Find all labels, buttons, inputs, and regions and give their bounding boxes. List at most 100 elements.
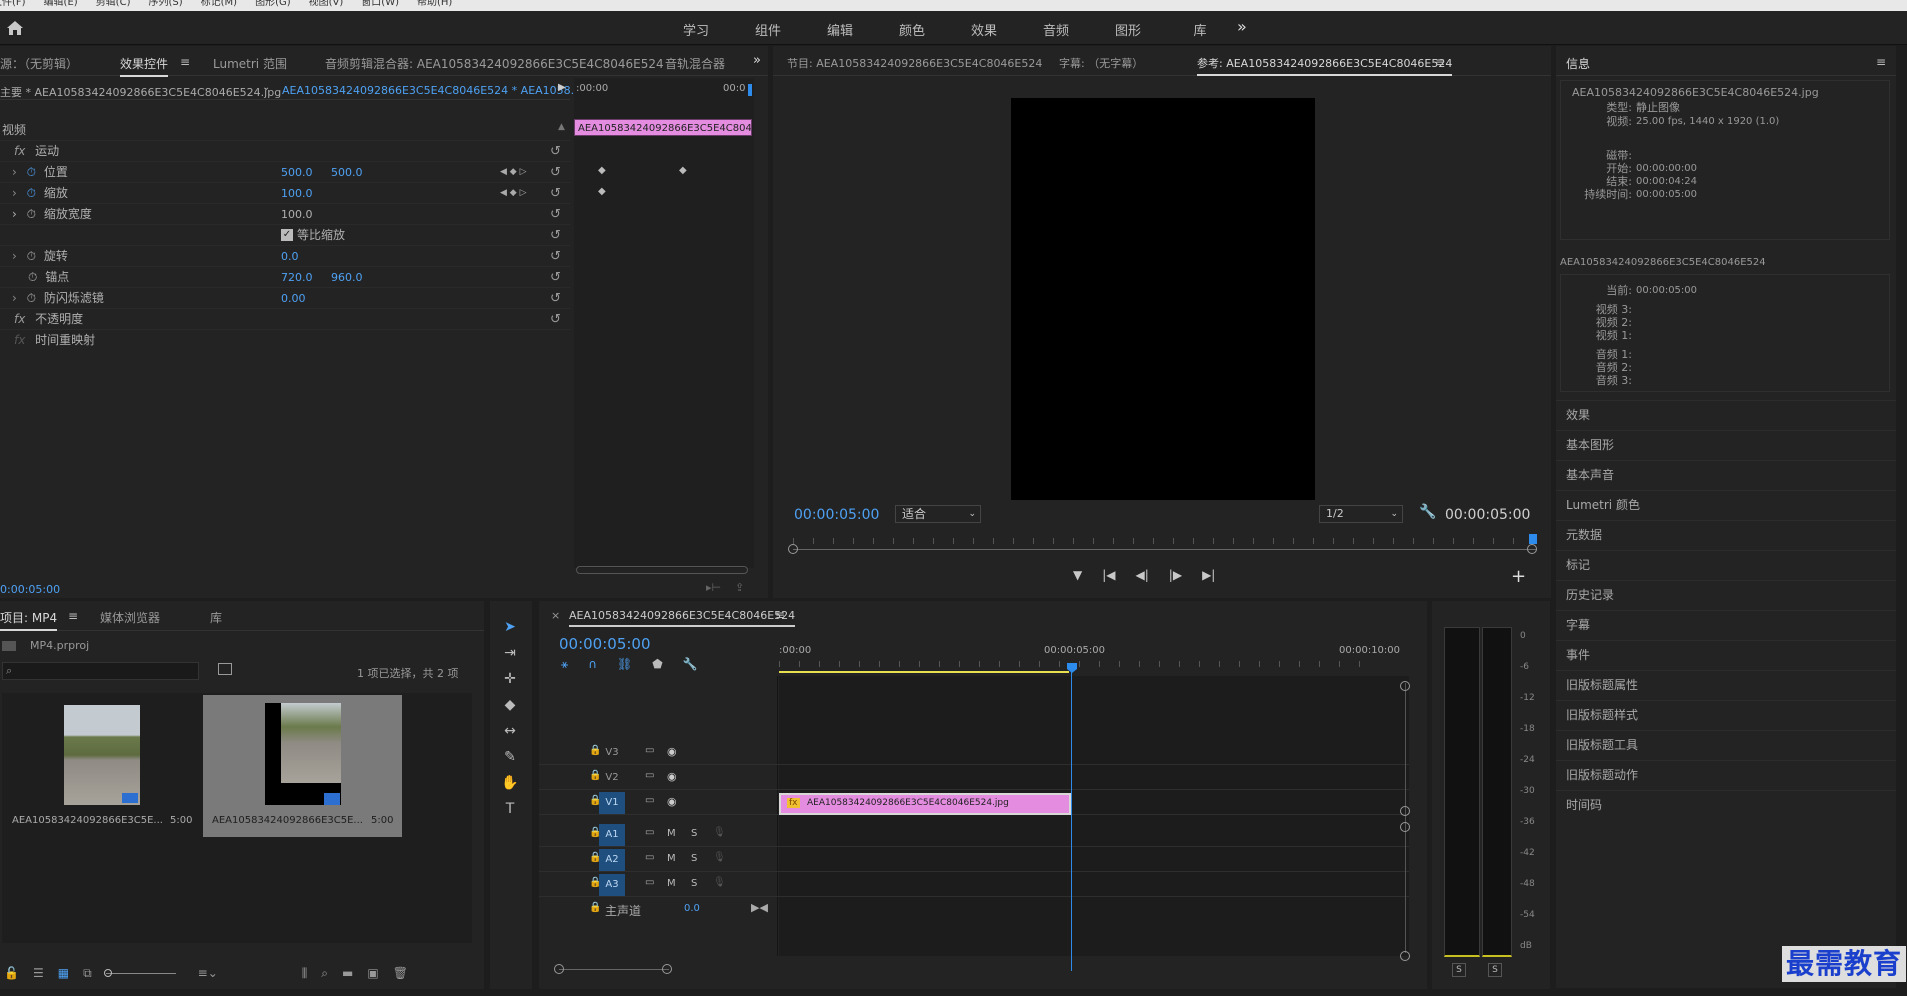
track-target-badge[interactable]: V1 xyxy=(599,792,625,814)
sidebar-item[interactable]: 标记 xyxy=(1556,550,1896,579)
menu-item[interactable]: 视图(V) xyxy=(309,0,344,8)
sidebar-item[interactable]: Lumetri 颜色 xyxy=(1556,490,1896,519)
reset-icon[interactable]: ↺ xyxy=(550,309,561,330)
pen-tool-icon[interactable]: ✎ xyxy=(504,749,516,765)
tab-lumetri-scopes[interactable]: Lumetri 范围 xyxy=(213,55,287,72)
workspace-tab[interactable]: 库 xyxy=(1164,20,1236,39)
tab-libraries[interactable]: 库 xyxy=(210,609,222,626)
reset-icon[interactable]: ↺ xyxy=(550,141,561,162)
slip-tool-icon[interactable]: ↔ xyxy=(504,723,516,739)
automate-to-sequence-icon[interactable]: ⫼ xyxy=(302,966,308,981)
close-icon[interactable]: × xyxy=(551,609,560,622)
sidebar-item[interactable]: 旧版标题样式 xyxy=(1556,700,1896,729)
hand-tool-icon[interactable]: ✋ xyxy=(501,775,518,791)
position-y-value[interactable]: 500.0 xyxy=(331,162,363,183)
menu-item[interactable]: 帮助(H) xyxy=(417,0,452,8)
master-value[interactable]: 0.0 xyxy=(684,903,700,914)
solo-button[interactable]: S xyxy=(691,878,697,889)
tab-project[interactable]: 项目: MP4 xyxy=(0,609,58,631)
panel-overflow-icon[interactable]: » xyxy=(753,53,761,68)
stopwatch-icon[interactable]: ⏱ xyxy=(0,270,37,284)
sync-lock-icon[interactable]: ▭ xyxy=(645,827,654,838)
tab-program[interactable]: 节目: AEA10583424092866E3C5E4C8046E524 xyxy=(787,55,1042,71)
add-marker-icon[interactable]: ▼ xyxy=(1073,568,1082,582)
menu-item[interactable]: 图形(G) xyxy=(255,0,291,8)
zoom-slider[interactable] xyxy=(103,968,176,977)
keyframe-icon[interactable]: ◆ xyxy=(598,165,606,176)
sidebar-item[interactable]: 旧版标题动作 xyxy=(1556,760,1896,789)
workspace-tab[interactable]: 音频 xyxy=(1020,20,1092,39)
menu-item[interactable]: 序列(S) xyxy=(148,0,182,8)
anchor-x-value[interactable]: 720.0 xyxy=(281,267,313,288)
eye-icon[interactable]: ◉ xyxy=(667,795,677,808)
track-target-badge[interactable]: A2 xyxy=(599,849,625,871)
play-only-icon[interactable]: ▶ xyxy=(558,82,566,93)
ec-playhead[interactable] xyxy=(748,84,752,96)
play-icon[interactable]: |▶ xyxy=(1169,568,1182,582)
mute-button[interactable]: M xyxy=(667,853,676,864)
eye-icon[interactable]: ◉ xyxy=(667,745,677,758)
track-target-badge[interactable]: A1 xyxy=(599,824,625,846)
program-timecode-left[interactable]: 00:00:05:00 xyxy=(794,507,879,523)
lock-icon[interactable]: 🔒 xyxy=(589,902,601,913)
freeform-view-icon[interactable]: ⧉ xyxy=(83,966,92,981)
rotation-value[interactable]: 0.0 xyxy=(281,246,299,267)
sidebar-item[interactable]: 历史记录 xyxy=(1556,580,1896,609)
find-icon[interactable]: ⌕ xyxy=(321,966,328,981)
solo-left-button[interactable]: S xyxy=(1452,963,1466,977)
timeline-vscroll[interactable] xyxy=(1405,683,1406,953)
keyframe-nav-icon[interactable]: ◀ ◆ ▷ xyxy=(500,162,527,183)
resolution-dropdown[interactable]: 1/2 ⌄ xyxy=(1319,505,1403,523)
microphone-icon[interactable]: 🎙 xyxy=(713,827,726,838)
reset-icon[interactable]: ↺ xyxy=(550,204,561,225)
trash-icon[interactable]: 🗑 xyxy=(393,966,408,980)
stopwatch-icon[interactable]: ⏱ xyxy=(21,165,36,179)
scale-row[interactable]: › ⏱ 缩放 100.0 ◀ ◆ ▷ ↺ xyxy=(0,183,570,204)
work-area-bar[interactable] xyxy=(779,671,1069,673)
stopwatch-icon[interactable]: ⏱ xyxy=(21,186,36,200)
flicker-row[interactable]: › ⏱ 防闪烁滤镜 0.00 ↺ xyxy=(0,288,570,309)
track-select-tool-icon[interactable]: ⇥ xyxy=(504,645,516,661)
wrench-icon[interactable]: 🔧 xyxy=(1419,504,1436,520)
info-title[interactable]: 信息 xyxy=(1566,55,1590,72)
new-item-icon[interactable]: ▣ xyxy=(367,966,378,980)
selection-tool-icon[interactable]: ➤ xyxy=(504,619,516,635)
project-item[interactable]: AEA10583424092866E3C5E... 5:00 xyxy=(203,695,402,837)
go-to-end-icon[interactable]: ▶◀ xyxy=(751,901,768,914)
sidebar-item[interactable]: 时间码 xyxy=(1556,790,1896,819)
tab-source[interactable]: 源：（无剪辑） xyxy=(0,55,78,72)
sidebar-item[interactable]: 基本图形 xyxy=(1556,430,1896,459)
sync-lock-icon[interactable]: ▭ xyxy=(645,852,654,863)
nest-icon[interactable]: ⚹ xyxy=(561,657,568,672)
search-input[interactable]: ⌕ xyxy=(2,662,199,680)
tab-captions[interactable]: 字幕: （无字幕） xyxy=(1059,55,1143,71)
new-bin-from-search-icon[interactable] xyxy=(218,663,232,675)
list-view-icon[interactable]: ☰ xyxy=(33,966,44,980)
sidebar-item[interactable]: 旧版标题工具 xyxy=(1556,730,1896,759)
flicker-value[interactable]: 0.00 xyxy=(281,288,306,309)
sync-lock-icon[interactable]: ▭ xyxy=(645,795,654,806)
snap-icon[interactable]: ∩ xyxy=(588,657,597,672)
keyframe-icon[interactable]: ◆ xyxy=(679,165,687,176)
workspace-tab[interactable]: 颜色 xyxy=(876,20,948,39)
ec-mini-timeline[interactable] xyxy=(574,78,754,568)
rotation-row[interactable]: › ⏱ 旋转 0.0 ↺ xyxy=(0,246,570,267)
stopwatch-icon[interactable]: ⏱ xyxy=(21,249,36,263)
reset-icon[interactable]: ↺ xyxy=(550,225,561,246)
linked-selection-icon[interactable]: ⛓ xyxy=(617,657,632,672)
reset-icon[interactable]: ↺ xyxy=(550,267,561,288)
track-target-badge[interactable]: A3 xyxy=(599,874,625,896)
type-tool-icon[interactable]: T xyxy=(506,801,515,817)
microphone-icon[interactable]: 🎙 xyxy=(713,877,726,888)
tab-reference[interactable]: 参考: AEA10583424092866E3C5E4C8046E524 xyxy=(1197,55,1453,76)
microphone-icon[interactable]: 🎙 xyxy=(713,852,726,863)
fit-dropdown[interactable]: 适合 ⌄ xyxy=(895,505,981,523)
program-playhead[interactable] xyxy=(1529,534,1537,544)
panel-menu-icon[interactable]: ≡ xyxy=(1876,55,1886,69)
workspace-tab[interactable]: 组件 xyxy=(732,20,804,39)
sidebar-item[interactable]: 元数据 xyxy=(1556,520,1896,549)
keyframe-icon[interactable]: ◆ xyxy=(598,186,606,197)
chevron-down-icon[interactable]: ⌄ xyxy=(262,82,270,93)
mute-button[interactable]: M xyxy=(667,828,676,839)
menu-item[interactable]: 文件(F) xyxy=(0,0,26,8)
